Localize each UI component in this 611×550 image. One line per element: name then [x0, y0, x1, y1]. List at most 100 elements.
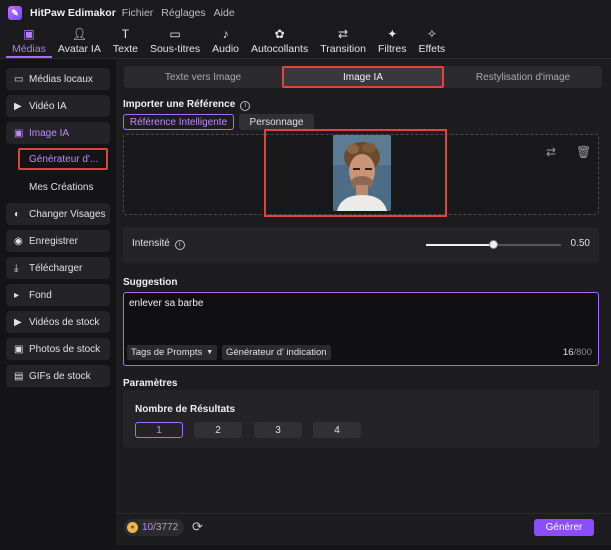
char-max: /800 — [573, 347, 593, 358]
download-icon: ⤓ — [14, 262, 19, 274]
title-bar: ✎ HitPaw Edimakor Fichier Réglages Aide — [0, 0, 611, 26]
sidebar-subitem-mes-creations[interactable]: Mes Créations — [18, 176, 108, 198]
credits-used: 10 — [142, 522, 154, 533]
sidebar-item-enregistrer[interactable]: ◉ Enregistrer — [6, 230, 110, 252]
prompt-text[interactable]: enlever sa barbe — [129, 298, 204, 309]
avatar-icon: 👤︎ — [71, 27, 87, 41]
sidebar-item-medias-locaux[interactable]: ▭ Médias locaux — [6, 68, 110, 90]
sidebar-item-video-ia[interactable]: ▶ Vidéo IA — [6, 95, 110, 117]
info-icon[interactable]: i — [240, 101, 251, 111]
sidebar-item-label: Changer Visages — [29, 208, 106, 220]
bottom-bar: ● 10/3772 ⟳ Générer — [116, 513, 611, 541]
credits-total: /3772 — [153, 522, 179, 533]
subtab-reference-intelligente[interactable]: Référence Intelligente — [123, 114, 234, 130]
intensity-label: Intensité — [132, 238, 170, 249]
sidebar-item-label: Image IA — [29, 127, 70, 139]
face-swap-icon: ◐ — [14, 208, 21, 220]
tab-restylisation[interactable]: Restylisation d'image — [444, 66, 602, 88]
stock-photo-icon: ▣ — [14, 343, 24, 355]
prompt-textarea[interactable]: enlever sa barbe Tags de Prompts ▼ Généra… — [123, 292, 599, 366]
intensity-slider-knob[interactable] — [488, 240, 498, 249]
toolbar-label: Filtres — [377, 43, 407, 55]
sidebar-item-fond[interactable]: ▸ Fond — [6, 284, 110, 306]
app-title: HitPaw Edimakor — [30, 7, 116, 19]
sidebar-item-label: Vidéos de stock — [29, 316, 100, 328]
chevron-down-icon: ▼ — [206, 349, 214, 356]
sidebar-item-label: Enregistrer — [29, 235, 78, 247]
intensity-heading: Intensité i — [132, 238, 185, 250]
results-option-2[interactable]: 2 — [194, 422, 242, 438]
sidebar-item-photos-de-stock[interactable]: ▣ Photos de stock — [6, 338, 110, 360]
toolbar-label: Audio — [212, 43, 240, 55]
transition-icon: ⇄ — [338, 27, 349, 41]
toolbar-media[interactable]: ▣ Médias — [6, 25, 52, 58]
toolbar-transition[interactable]: ⇄ Transition — [314, 25, 372, 58]
background-icon: ▸ — [14, 289, 20, 301]
coin-icon: ● — [127, 522, 138, 533]
sidebar-item-image-ia[interactable]: ▣ Image IA — [6, 122, 110, 144]
reference-dropzone[interactable]: ⇄ 🗑︎ — [123, 129, 599, 217]
reference-title: Importer une Référence — [123, 99, 236, 110]
info-icon[interactable]: i — [174, 240, 185, 250]
subtitles-icon: ▭ — [169, 27, 181, 41]
audio-icon: ♪ — [222, 27, 229, 41]
refresh-icon[interactable]: ⟳ — [192, 519, 203, 535]
toolbar-avatar[interactable]: 👤︎ Avatar IA — [52, 25, 107, 58]
sidebar-subitem-generateur[interactable]: Générateur d'... — [18, 148, 108, 170]
sidebar-item-label: Télécharger — [29, 262, 83, 274]
record-icon: ◉ — [14, 235, 23, 247]
menu-aide[interactable]: Aide — [214, 7, 235, 19]
results-option-4[interactable]: 4 — [313, 422, 361, 438]
text-icon: T — [121, 27, 130, 41]
prompt-tags-label: Tags de Prompts — [131, 347, 203, 358]
stock-gif-icon: ▤ — [14, 370, 24, 382]
intensity-slider-fill — [426, 244, 494, 246]
toolbar-label: Sous-titres — [149, 43, 201, 55]
trash-icon[interactable]: 🗑︎ — [576, 145, 591, 159]
toolbar-audio[interactable]: ♪ Audio — [206, 25, 245, 58]
toolbar-effects[interactable]: ✧ Effets — [413, 25, 452, 58]
toolbar-label: Effets — [418, 43, 446, 55]
swap-icon[interactable]: ⇄ — [546, 145, 556, 159]
generate-button[interactable]: Générer — [534, 519, 594, 536]
sidebar-item-label: Vidéo IA — [29, 100, 67, 112]
intensity-value: 0.50 — [570, 238, 590, 249]
image-ai-icon: ▣ — [14, 127, 24, 139]
sidebar-item-gifs-de-stock[interactable]: ▤ GIFs de stock — [6, 365, 110, 387]
intensity-slider[interactable] — [426, 240, 561, 249]
results-option-3[interactable]: 3 — [254, 422, 302, 438]
subtab-personnage[interactable]: Personnage — [239, 114, 314, 130]
sidebar-item-videos-de-stock[interactable]: ▶ Vidéos de stock — [6, 311, 110, 333]
filters-icon: ✦ — [387, 27, 398, 41]
toolbar-text[interactable]: T Texte — [107, 25, 144, 58]
intensity-row: Intensité i 0.50 — [123, 227, 599, 263]
stock-video-icon: ▶ — [14, 316, 22, 328]
indication-generator-button[interactable]: Générateur d' indication — [222, 345, 331, 360]
image-ia-panel: Texte vers Image Image IA Restylisation … — [116, 59, 611, 545]
results-count-label: Nombre de Résultats — [135, 404, 236, 415]
toolbar-subtitles[interactable]: ▭ Sous-titres — [144, 25, 206, 58]
sidebar-item-changer-visages[interactable]: ◐ Changer Visages — [6, 203, 110, 225]
portrait-image — [333, 135, 391, 211]
params-box: Nombre de Résultats 1 2 3 4 — [123, 390, 599, 448]
toolbar-filters[interactable]: ✦ Filtres — [372, 25, 413, 58]
results-option-1[interactable]: 1 — [135, 422, 183, 438]
menu-fichier[interactable]: Fichier — [122, 7, 154, 19]
reference-image[interactable] — [333, 135, 391, 211]
params-title: Paramètres — [123, 378, 178, 389]
char-counter: 16/800 — [563, 347, 592, 358]
prompt-tags-dropdown[interactable]: Tags de Prompts ▼ — [127, 345, 218, 360]
media-icon: ▣ — [23, 27, 35, 41]
reference-heading: Importer une Référence i — [123, 99, 251, 111]
sidebar-item-telecharger[interactable]: ⤓ Télécharger — [6, 257, 110, 279]
sidebar-item-label: Médias locaux — [29, 73, 93, 85]
tab-texte-vers-image[interactable]: Texte vers Image — [124, 66, 282, 88]
video-ai-icon: ▶ — [14, 100, 22, 112]
sidebar-item-label: GIFs de stock — [29, 370, 91, 382]
toolbar-label: Avatar IA — [57, 43, 101, 55]
main-toolbar: ▣ Médias 👤︎ Avatar IA T Texte ▭ Sous-titres ♪ Aud… — [0, 26, 611, 59]
menu-reglages[interactable]: Réglages — [161, 7, 205, 19]
toolbar-stickers[interactable]: ✿ Autocollants — [245, 25, 314, 58]
suggestion-title: Suggestion — [123, 277, 178, 288]
tab-image-ia[interactable]: Image IA — [282, 66, 444, 88]
